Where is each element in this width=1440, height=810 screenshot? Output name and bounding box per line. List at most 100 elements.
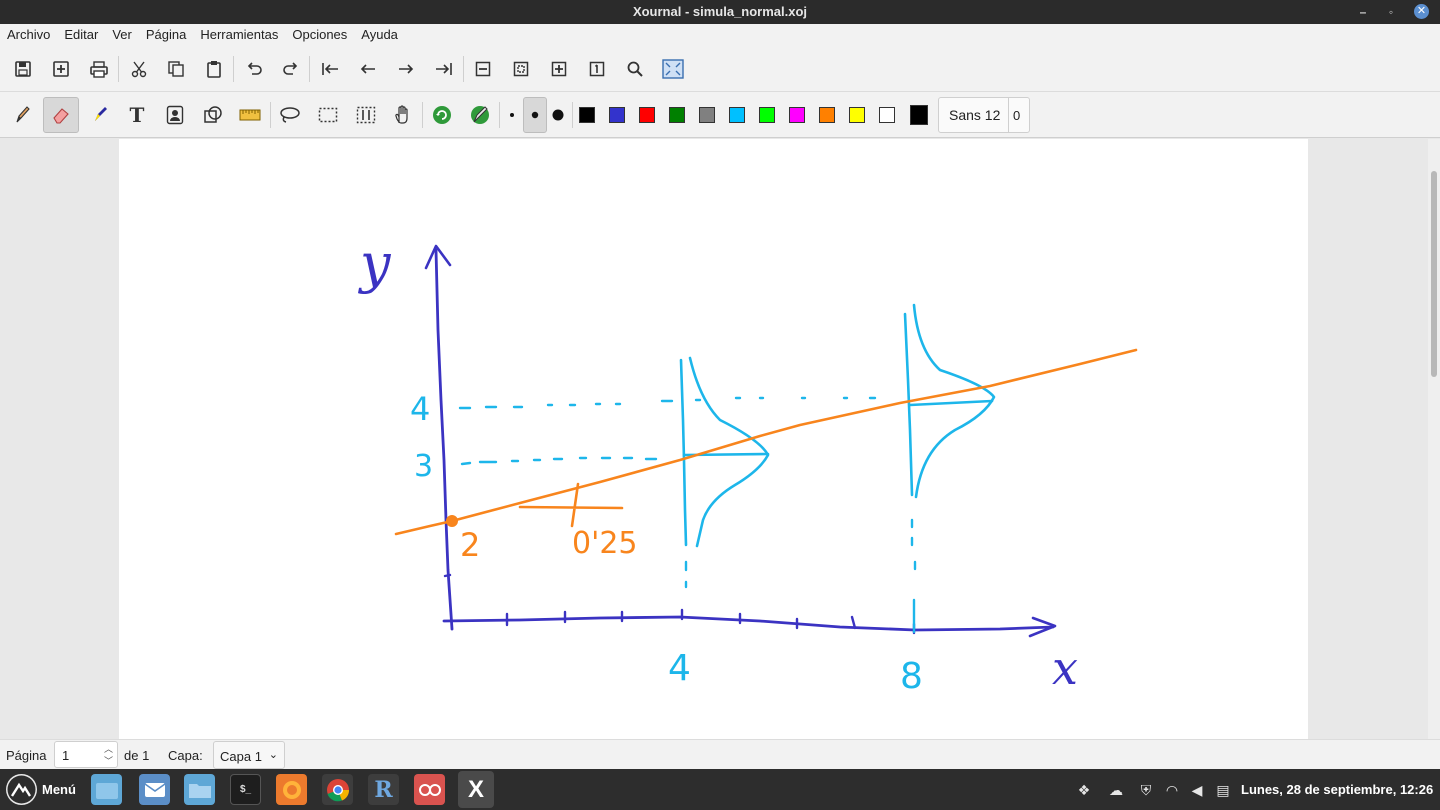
- restore-button[interactable]: ◦: [1380, 0, 1402, 24]
- color-gray[interactable]: [699, 107, 715, 123]
- shape-recognizer-icon[interactable]: [198, 100, 228, 130]
- menu-pagina[interactable]: Página: [139, 24, 193, 46]
- menu-archivo[interactable]: Archivo: [0, 24, 57, 46]
- chevron-down-icon: ⌄: [268, 749, 278, 761]
- desktop-icon[interactable]: [91, 774, 122, 805]
- y-tick-label-2: 2: [460, 526, 480, 564]
- lasso-select-icon[interactable]: [275, 100, 305, 130]
- hand-icon[interactable]: [388, 100, 418, 130]
- zoom-out-icon[interactable]: [468, 54, 498, 84]
- zoom-100-icon[interactable]: [582, 54, 612, 84]
- menu-opciones[interactable]: Opciones: [285, 24, 354, 46]
- layer-value: Capa 1: [220, 749, 262, 764]
- page[interactable]: y x 4 3 2 0'25 4 8: [119, 139, 1308, 739]
- page-label: Página: [6, 748, 47, 763]
- spin-down-icon[interactable]: ﹀: [104, 754, 113, 767]
- wifi-icon[interactable]: ◠: [1162, 780, 1182, 800]
- normal-curve-x4-axis: [679, 358, 688, 547]
- menu-ayuda[interactable]: Ayuda: [354, 24, 405, 46]
- menu-label[interactable]: Menú: [42, 782, 76, 797]
- zoom-search-icon[interactable]: [620, 54, 650, 84]
- save-icon[interactable]: [8, 54, 38, 84]
- status-bar: Página 1 ︿ ﹀ de 1 Capa: Capa 1 ⌄: [0, 739, 1440, 769]
- terminal-icon[interactable]: $_: [230, 774, 261, 805]
- redo-icon[interactable]: [276, 54, 306, 84]
- cut-icon[interactable]: [124, 54, 154, 84]
- files-icon[interactable]: [184, 774, 215, 805]
- highlighter-icon[interactable]: [85, 100, 115, 130]
- mail-icon[interactable]: [139, 774, 170, 805]
- color-red[interactable]: [639, 107, 655, 123]
- start-menu-icon[interactable]: [6, 774, 37, 805]
- color-orange[interactable]: [819, 107, 835, 123]
- current-color-button[interactable]: [910, 105, 928, 125]
- color-green[interactable]: [669, 107, 685, 123]
- title-bar: Xournal - simula_normal.xoj – ◦ ✕: [0, 0, 1440, 24]
- scrollbar-thumb[interactable]: [1431, 171, 1437, 377]
- intercept-point: [446, 515, 458, 527]
- eraser-icon[interactable]: [43, 97, 79, 133]
- paste-icon[interactable]: [199, 54, 229, 84]
- xournal-icon[interactable]: X: [458, 771, 494, 808]
- close-button[interactable]: ✕: [1414, 4, 1429, 19]
- zoom-fit-icon[interactable]: [506, 54, 536, 84]
- copy-icon[interactable]: [161, 54, 191, 84]
- last-page-icon[interactable]: [429, 54, 459, 84]
- page-spinner[interactable]: 1 ︿ ﹀: [54, 741, 118, 768]
- previous-page-icon[interactable]: [353, 54, 383, 84]
- thick-stroke-icon[interactable]: [543, 100, 573, 130]
- font-button[interactable]: Sans 12 0: [938, 97, 1030, 133]
- guide-x8: [910, 518, 917, 634]
- shield-icon[interactable]: ⛨: [1136, 780, 1156, 800]
- color-light-blue[interactable]: [729, 107, 745, 123]
- dropbox-icon[interactable]: ❖: [1074, 780, 1094, 800]
- r-icon[interactable]: R: [368, 774, 399, 805]
- image-icon[interactable]: [160, 100, 190, 130]
- update-icon[interactable]: ☁: [1106, 780, 1126, 800]
- color-magenta[interactable]: [789, 107, 805, 123]
- menu-ver[interactable]: Ver: [105, 24, 139, 46]
- menu-editar[interactable]: Editar: [57, 24, 105, 46]
- y-axis-label: y: [358, 232, 392, 295]
- page-count: de 1: [124, 748, 150, 763]
- new-page-icon[interactable]: [46, 54, 76, 84]
- page-input[interactable]: 1: [62, 748, 69, 763]
- default-tool-icon[interactable]: [427, 100, 457, 130]
- firefox-icon[interactable]: [276, 774, 307, 805]
- y-tick-label-4: 4: [410, 390, 430, 428]
- print-icon[interactable]: [84, 54, 114, 84]
- text-icon[interactable]: T: [122, 100, 152, 130]
- pen-icon[interactable]: [8, 100, 38, 130]
- vertical-space-icon[interactable]: [351, 100, 381, 130]
- color-black[interactable]: [579, 107, 595, 123]
- reader-icon[interactable]: [414, 774, 445, 805]
- minimize-button[interactable]: –: [1352, 0, 1374, 24]
- y-tick-label-3: 3: [414, 449, 433, 484]
- rect-select-icon[interactable]: [313, 100, 343, 130]
- first-page-icon[interactable]: [315, 54, 345, 84]
- undo-icon[interactable]: [239, 54, 269, 84]
- zoom-in-icon[interactable]: [544, 54, 574, 84]
- layer-select[interactable]: Capa 1 ⌄: [213, 741, 285, 769]
- ruler-icon[interactable]: [235, 100, 265, 130]
- font-size-value: 0: [1013, 108, 1021, 123]
- volume-icon[interactable]: ◀: [1187, 780, 1207, 800]
- color-yellow[interactable]: [849, 107, 865, 123]
- menu-herramientas[interactable]: Herramientas: [193, 24, 285, 46]
- color-white[interactable]: [879, 107, 895, 123]
- color-blue[interactable]: [609, 107, 625, 123]
- x-axis-label: x: [1052, 641, 1078, 695]
- normal-curve-x4: [688, 356, 770, 548]
- fullscreen-icon[interactable]: [658, 54, 688, 84]
- clock[interactable]: Lunes, 28 de septiembre, 12:26: [1241, 782, 1433, 797]
- next-page-icon[interactable]: [391, 54, 421, 84]
- clipboard-icon[interactable]: ▤: [1213, 780, 1233, 800]
- chrome-icon[interactable]: [322, 774, 353, 805]
- window-title: Xournal - simula_normal.xoj: [632, 4, 808, 19]
- sketch-drawing: y x 4 3 2 0'25 4 8: [358, 232, 1138, 697]
- font-label: Sans 12: [949, 107, 1001, 123]
- y-axis-tick: [443, 573, 452, 578]
- vertical-scrollbar[interactable]: [1428, 139, 1440, 739]
- default-pen-icon[interactable]: [465, 100, 495, 130]
- color-light-green[interactable]: [759, 107, 775, 123]
